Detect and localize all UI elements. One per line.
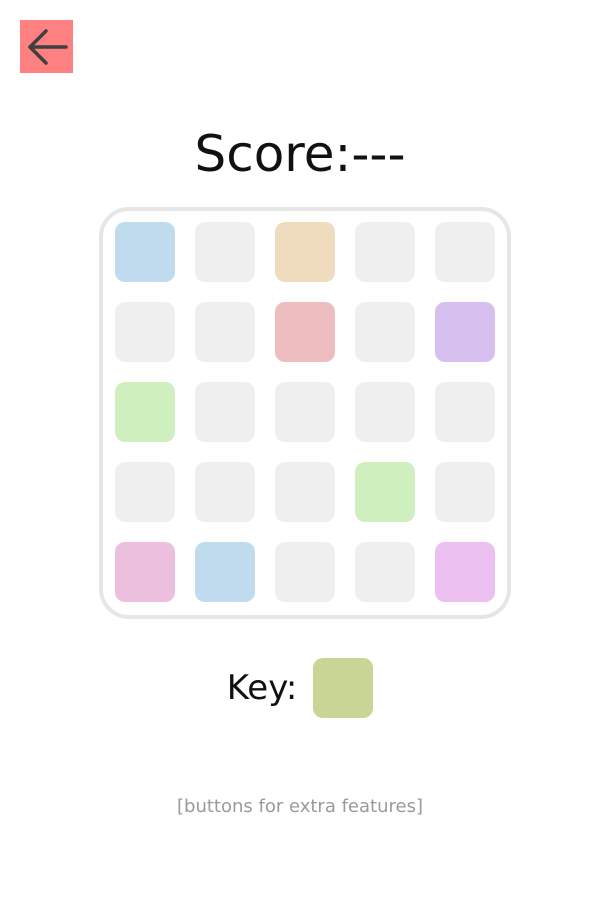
grid-tile-r3-c4[interactable] xyxy=(355,382,415,442)
grid-tile-r4-c2[interactable] xyxy=(195,462,255,522)
grid-tile-r4-c3[interactable] xyxy=(275,462,335,522)
grid-tile-r2-c5[interactable] xyxy=(435,302,495,362)
key-label: Key: xyxy=(226,668,298,708)
grid-tile-r2-c4[interactable] xyxy=(355,302,415,362)
back-button[interactable] xyxy=(20,20,73,73)
grid-tile-r1-c3[interactable] xyxy=(275,222,335,282)
arrow-left-icon xyxy=(27,28,68,65)
key-row: Key: xyxy=(0,658,600,718)
grid-tile-r3-c2[interactable] xyxy=(195,382,255,442)
tile-grid xyxy=(115,222,495,602)
extra-features-placeholder: [buttons for extra features] xyxy=(177,796,423,817)
grid-tile-r4-c4[interactable] xyxy=(355,462,415,522)
grid-tile-r3-c1[interactable] xyxy=(115,382,175,442)
grid-tile-r5-c1[interactable] xyxy=(115,542,175,602)
grid-tile-r2-c1[interactable] xyxy=(115,302,175,362)
grid-tile-r5-c4[interactable] xyxy=(355,542,415,602)
grid-tile-r5-c3[interactable] xyxy=(275,542,335,602)
game-board xyxy=(99,207,511,619)
grid-tile-r1-c2[interactable] xyxy=(195,222,255,282)
grid-tile-r1-c5[interactable] xyxy=(435,222,495,282)
grid-tile-r5-c2[interactable] xyxy=(195,542,255,602)
grid-tile-r2-c3[interactable] xyxy=(275,302,335,362)
grid-tile-r1-c4[interactable] xyxy=(355,222,415,282)
grid-tile-r4-c5[interactable] xyxy=(435,462,495,522)
grid-tile-r2-c2[interactable] xyxy=(195,302,255,362)
grid-tile-r1-c1[interactable] xyxy=(115,222,175,282)
grid-tile-r3-c3[interactable] xyxy=(275,382,335,442)
grid-tile-r4-c1[interactable] xyxy=(115,462,175,522)
score-display: Score:--- xyxy=(194,125,406,183)
grid-tile-r5-c5[interactable] xyxy=(435,542,495,602)
grid-tile-r3-c5[interactable] xyxy=(435,382,495,442)
key-color-swatch xyxy=(313,658,374,718)
